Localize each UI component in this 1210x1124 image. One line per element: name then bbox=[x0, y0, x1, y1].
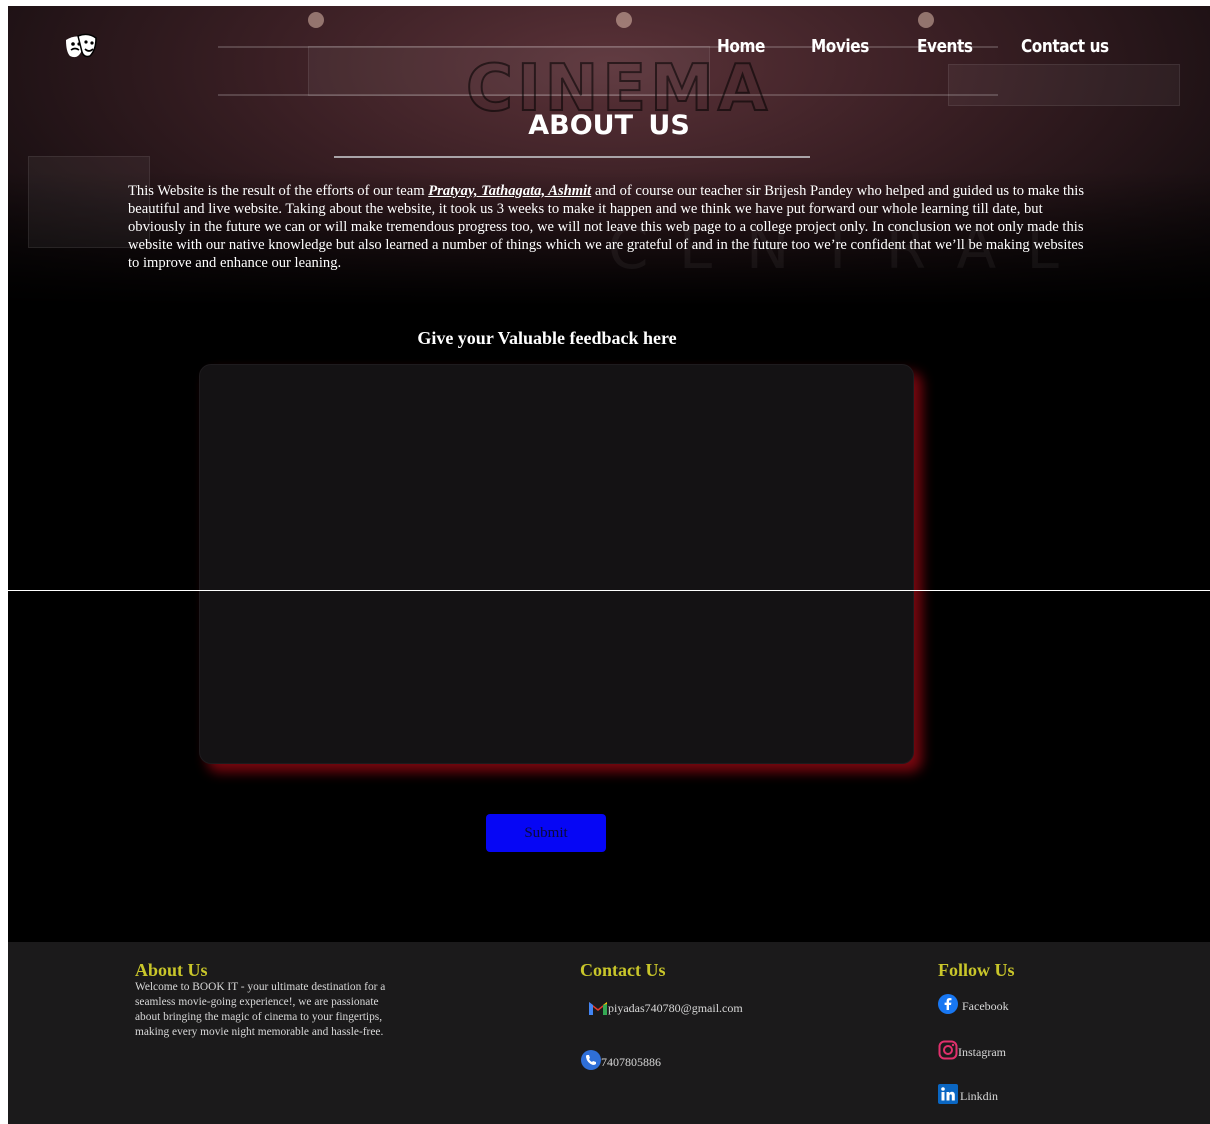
contact-phone-link[interactable]: 7407805886 bbox=[581, 1050, 661, 1070]
contact-email-text: piyadas740780@gmail.com bbox=[608, 1001, 743, 1015]
contact-phone-text: 7407805886 bbox=[601, 1055, 661, 1069]
main-nav: Home Movies Events Contact us bbox=[717, 36, 1124, 57]
footer-about-text: Welcome to BOOK IT - your ultimate desti… bbox=[135, 981, 386, 1038]
page: CINEMA C E N T R A L Home Movies Events … bbox=[8, 6, 1210, 1124]
linkedin-icon bbox=[938, 1084, 958, 1104]
horizontal-divider bbox=[8, 590, 1210, 591]
about-paragraph: This Website is the result of the effort… bbox=[128, 182, 1090, 272]
feedback-textarea[interactable] bbox=[199, 364, 914, 764]
instagram-icon bbox=[938, 1040, 958, 1060]
nav-contact-link[interactable]: Contact us bbox=[1021, 36, 1109, 57]
title-underline bbox=[334, 156, 810, 158]
page-title: ABOUT US bbox=[528, 110, 690, 141]
nav-movies-link[interactable]: Movies bbox=[811, 36, 869, 57]
instagram-label: Instagram bbox=[958, 1045, 1006, 1059]
phone-icon bbox=[581, 1050, 601, 1070]
footer-about-heading: About Us bbox=[135, 960, 208, 980]
linkedin-link[interactable]: Linkdin bbox=[938, 1084, 998, 1104]
footer: About Us Welcome to BOOK IT - your ultim… bbox=[8, 942, 1210, 1124]
footer-follow-heading: Follow Us bbox=[938, 960, 1015, 980]
footer-contact-heading: Contact Us bbox=[580, 960, 666, 980]
gmail-icon bbox=[588, 1000, 608, 1016]
feedback-heading: Give your Valuable feedback here bbox=[417, 328, 677, 348]
facebook-icon bbox=[938, 994, 958, 1014]
instagram-link[interactable]: Instagram bbox=[938, 1040, 1006, 1060]
submit-button[interactable]: Submit bbox=[486, 814, 606, 852]
team-names: Pratyay, Tathagata, Ashmit bbox=[428, 183, 592, 199]
facebook-label: Facebook bbox=[962, 999, 1009, 1013]
nav-events-link[interactable]: Events bbox=[917, 36, 973, 57]
facebook-link[interactable]: Facebook bbox=[938, 994, 1009, 1014]
theater-masks-icon[interactable] bbox=[64, 32, 98, 62]
nav-home-link[interactable]: Home bbox=[717, 36, 765, 57]
linkedin-label: Linkdin bbox=[960, 1089, 998, 1103]
about-text-intro: This Website is the result of the effort… bbox=[128, 183, 429, 199]
contact-email-link[interactable]: piyadas740780@gmail.com bbox=[588, 1000, 743, 1016]
